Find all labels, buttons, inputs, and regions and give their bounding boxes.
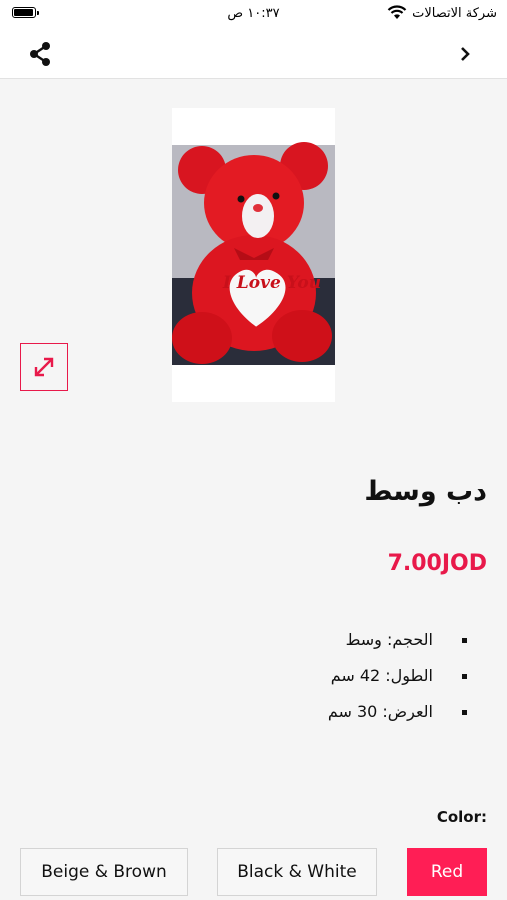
color-option-red[interactable]: Red — [407, 848, 487, 896]
wifi-icon — [387, 5, 407, 19]
heart-text: I Love You — [222, 273, 321, 293]
carrier-name: شركة الاتصالات — [412, 6, 497, 21]
share-icon — [30, 42, 50, 66]
product-specs: الحجم: وسط الطول: 42 سم العرض: 30 سم — [167, 628, 467, 736]
back-button[interactable] — [454, 42, 478, 66]
spec-length: الطول: 42 سم — [167, 664, 467, 700]
expand-image-button[interactable] — [20, 343, 68, 391]
chevron-right-icon — [461, 47, 470, 61]
product-price: 7.00JOD — [387, 551, 487, 576]
share-button[interactable] — [26, 40, 54, 68]
color-option-beige-brown[interactable]: Beige & Brown — [20, 848, 188, 896]
expand-icon — [34, 357, 54, 377]
status-bar: ١٠:٣٧ ص شركة الاتصالات — [0, 0, 507, 30]
teddy-bear-photo: I Love You — [172, 142, 335, 365]
nav-bar — [0, 30, 507, 79]
color-option-black-white[interactable]: Black & White — [217, 848, 377, 896]
spec-size: الحجم: وسط — [167, 628, 467, 664]
color-label: Color: — [436, 808, 487, 826]
product-title: دب وسط — [364, 476, 487, 507]
spec-width: العرض: 30 سم — [167, 700, 467, 736]
product-image[interactable]: I Love You — [172, 108, 335, 402]
